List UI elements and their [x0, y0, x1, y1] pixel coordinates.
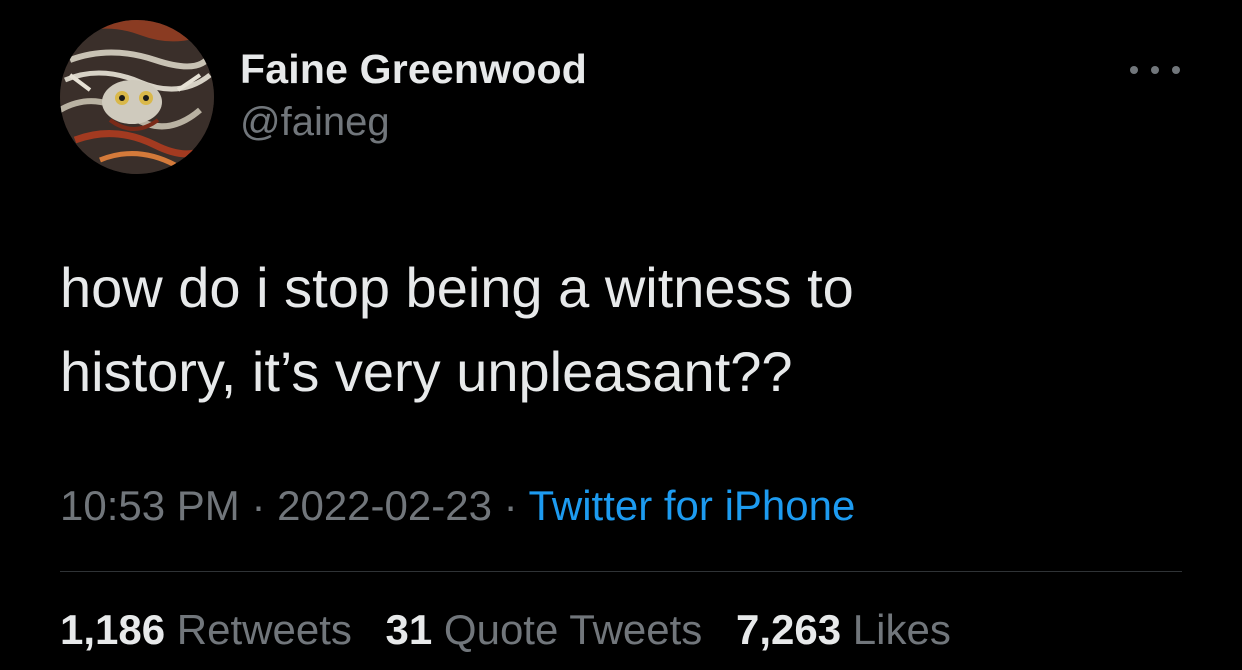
- tweet-stats: 1,186 Retweets 31 Quote Tweets 7,263 Lik…: [60, 606, 951, 654]
- retweets-label: Retweets: [176, 606, 352, 653]
- author-display-name[interactable]: Faine Greenwood: [240, 46, 587, 93]
- retweets-count: 1,186: [60, 606, 166, 653]
- tweet-source-link[interactable]: Twitter for iPhone: [529, 482, 856, 529]
- author-avatar[interactable]: [60, 20, 214, 174]
- more-options-button[interactable]: [1130, 56, 1180, 84]
- ellipsis-icon: [1172, 66, 1180, 74]
- dragon-avatar-icon: [60, 20, 214, 174]
- tweet-date[interactable]: 2022-02-23: [277, 482, 492, 529]
- tweet-text-line: how do i stop being a witness to: [60, 256, 854, 319]
- tweet-metadata: 10:53 PM · 2022-02-23 · Twitter for iPho…: [60, 482, 855, 530]
- meta-separator: ·: [239, 482, 278, 529]
- likes-stat[interactable]: 7,263 Likes: [736, 606, 951, 653]
- tweet-text: how do i stop being a witness to history…: [60, 246, 1180, 414]
- retweets-stat[interactable]: 1,186 Retweets: [60, 606, 352, 653]
- author-handle[interactable]: @faineg: [240, 100, 390, 145]
- divider: [60, 571, 1182, 572]
- likes-label: Likes: [852, 606, 951, 653]
- ellipsis-icon: [1151, 66, 1159, 74]
- ellipsis-icon: [1130, 66, 1138, 74]
- quote-tweets-stat[interactable]: 31 Quote Tweets: [386, 606, 703, 653]
- tweet-time[interactable]: 10:53 PM: [60, 482, 240, 529]
- quote-tweets-count: 31: [385, 606, 433, 653]
- tweet-text-line: history, it’s very unpleasant??: [60, 340, 793, 403]
- quote-tweets-label: Quote Tweets: [443, 606, 703, 653]
- meta-separator: ·: [491, 482, 529, 529]
- likes-count: 7,263: [735, 606, 842, 653]
